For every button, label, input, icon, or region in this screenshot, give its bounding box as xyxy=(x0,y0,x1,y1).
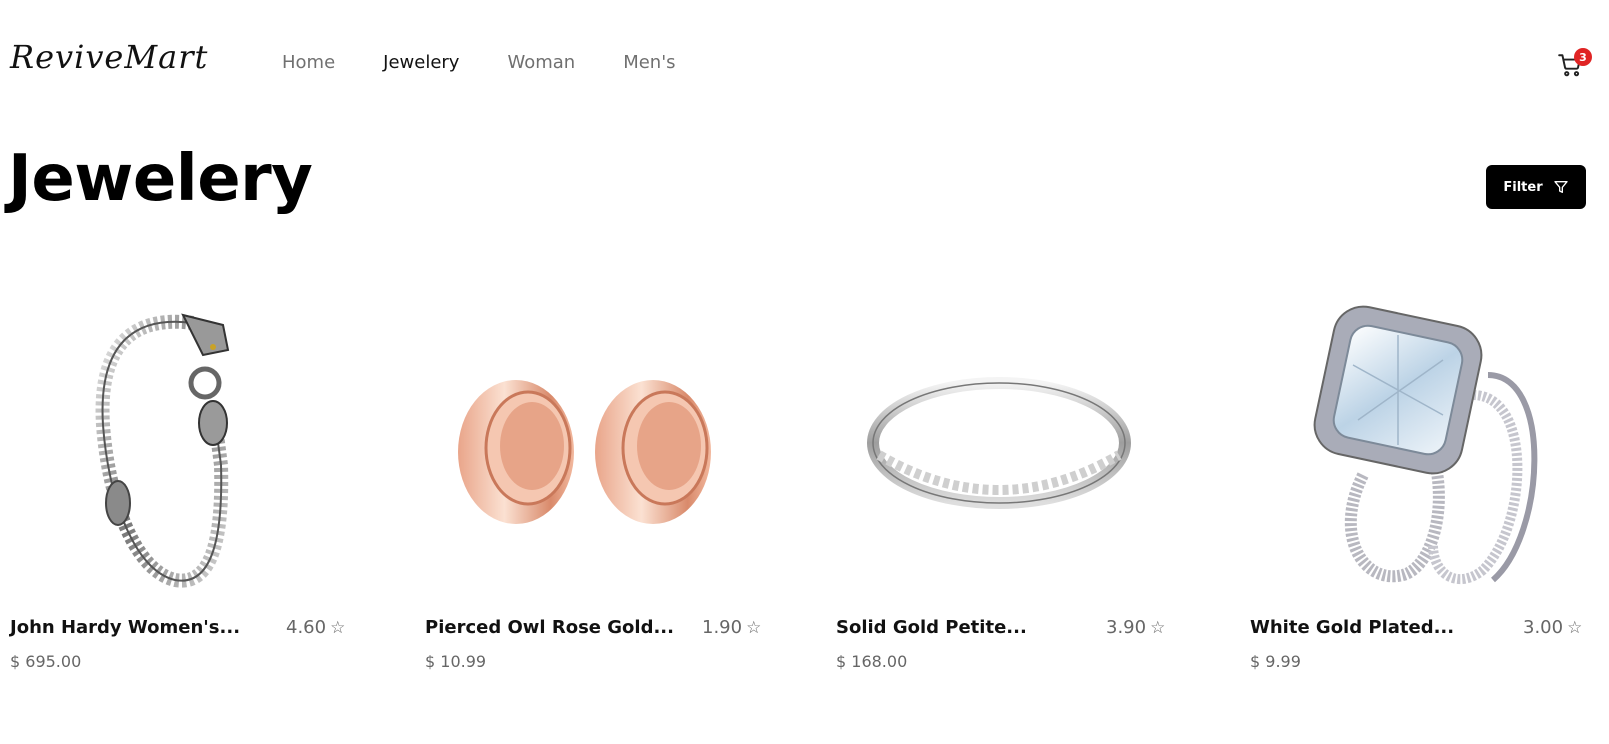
rating-value: 3.90 xyxy=(1106,617,1147,638)
product-image[interactable] xyxy=(415,300,760,600)
product-name[interactable]: White Gold Plated... xyxy=(1250,617,1454,638)
star-icon: ☆ xyxy=(1567,618,1583,638)
product-price: $ 695.00 xyxy=(10,652,82,671)
cart-button[interactable]: 3 xyxy=(1557,48,1592,80)
product-name[interactable]: Solid Gold Petite... xyxy=(836,617,1027,638)
rating-value: 1.90 xyxy=(702,617,743,638)
navbar: ReviveMart Home Jewelery Woman Men's 3 xyxy=(0,0,1609,125)
nav-item-woman[interactable]: Woman xyxy=(507,52,575,73)
main-nav: Home Jewelery Woman Men's xyxy=(282,52,724,73)
product-grid: John Hardy Women's... 4.60 ☆ $ 695.00 Pi… xyxy=(0,300,1609,700)
star-icon: ☆ xyxy=(330,618,346,638)
star-icon: ☆ xyxy=(746,618,762,638)
product-name[interactable]: John Hardy Women's... xyxy=(10,617,240,638)
bridal-ring-image xyxy=(1313,305,1537,585)
filter-button[interactable]: Filter xyxy=(1486,165,1586,209)
product-image[interactable] xyxy=(826,300,1171,600)
product-card[interactable]: White Gold Plated... 3.00 ☆ $ 9.99 xyxy=(1240,300,1585,680)
product-card[interactable]: Pierced Owl Rose Gold... 1.90 ☆ $ 10.99 xyxy=(415,300,761,680)
product-rating: 3.00 ☆ xyxy=(1523,617,1582,638)
product-card[interactable]: Solid Gold Petite... 3.90 ☆ $ 168.00 xyxy=(826,300,1171,680)
product-price: $ 10.99 xyxy=(425,652,487,671)
product-card[interactable]: John Hardy Women's... 4.60 ☆ $ 695.00 xyxy=(0,300,345,680)
rating-value: 3.00 xyxy=(1523,617,1564,638)
product-image[interactable] xyxy=(0,300,345,600)
nav-item-mens[interactable]: Men's xyxy=(623,52,675,73)
rating-value: 4.60 xyxy=(286,617,327,638)
product-rating: 1.90 ☆ xyxy=(702,617,761,638)
product-price: $ 9.99 xyxy=(1250,652,1301,671)
bracelet-image xyxy=(95,313,229,588)
product-rating: 4.60 ☆ xyxy=(286,617,345,638)
star-icon: ☆ xyxy=(1150,618,1166,638)
product-name[interactable]: Pierced Owl Rose Gold... xyxy=(425,617,674,638)
filter-button-label: Filter xyxy=(1503,179,1543,195)
product-rating: 3.90 ☆ xyxy=(1106,617,1165,638)
page-title: Jewelery xyxy=(8,142,313,216)
nav-item-home[interactable]: Home xyxy=(282,52,335,73)
cart-count-badge: 3 xyxy=(1574,48,1592,66)
product-price: $ 168.00 xyxy=(836,652,908,671)
ring-image xyxy=(866,377,1131,509)
plugs-image xyxy=(457,380,711,524)
filter-icon xyxy=(1553,181,1568,193)
nav-item-jewelery[interactable]: Jewelery xyxy=(383,52,459,73)
product-image[interactable] xyxy=(1240,300,1585,600)
brand-logo[interactable]: ReviveMart xyxy=(10,38,208,76)
